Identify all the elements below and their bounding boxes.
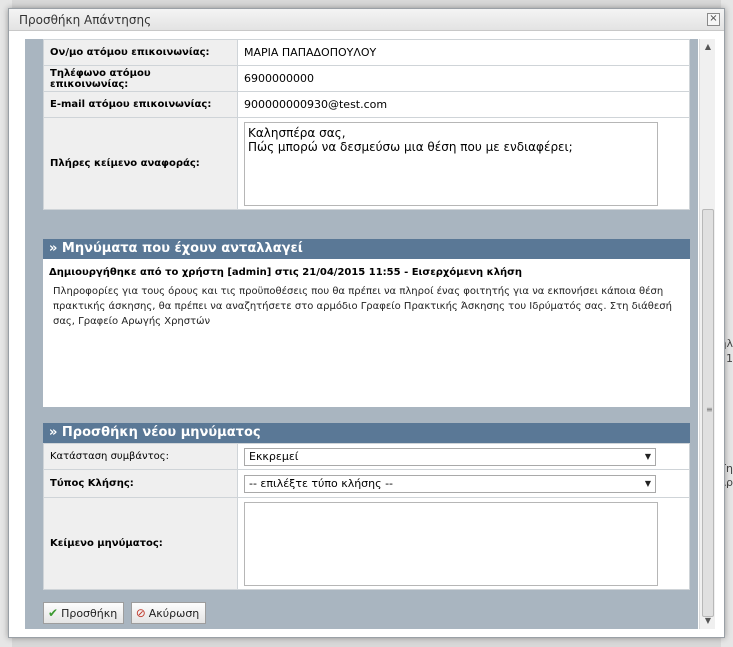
scroll-down-icon[interactable]: ▼ [700, 613, 716, 629]
cancel-button-label: Ακύρωση [148, 607, 200, 620]
contact-email-label: E-mail ατόμου επικοινωνίας: [43, 91, 238, 118]
contact-phone-label: Τηλέφωνο ατόμου επικοινωνίας: [43, 65, 238, 92]
status-label: Κατάσταση συμβάντος: [43, 443, 238, 470]
status-selected-value: Εκκρεμεί [249, 449, 299, 463]
full-text-label: Πλήρες κείμενο αναφοράς: [43, 117, 238, 210]
full-text-area[interactable]: Καλησπέρα σας, Πώς μπορώ να δεσμεύσω μια… [244, 121, 658, 206]
contact-email-value: 900000000930@test.com [237, 91, 690, 118]
new-message-form: Κατάσταση συμβάντος: Εκκρεμεί ▼ Τύπος Κλ… [43, 443, 690, 590]
message-body: Πληροφορίες για τους όρους και τις προϋπ… [53, 286, 672, 327]
contact-phone-value: 6900000000 [237, 65, 690, 92]
dialog-titlebar[interactable]: Προσθήκη Απάντησης × [9, 9, 724, 31]
add-button-label: Προσθήκη [61, 607, 118, 620]
chevron-down-icon: ▼ [644, 478, 651, 488]
contact-info-table: Ον/μο ατόμου επικοινωνίας: ΜΑΡΙΑ ΠΑΠΑΔΟΠ… [43, 39, 690, 210]
backdrop-fragment: 1 [726, 352, 733, 365]
vertical-scrollbar[interactable]: ▲ ≡ ▼ [699, 39, 715, 629]
cancel-button[interactable]: ⊘ Ακύρωση [130, 602, 207, 624]
messages-section: » Μηνύματα που έχουν ανταλλαγεί Δημιουργ… [43, 239, 690, 407]
dialog-content: Ον/μο ατόμου επικοινωνίας: ΜΑΡΙΑ ΠΑΠΑΔΟΠ… [25, 39, 698, 629]
message-text-label: Κείμενο μηνύματος: [43, 497, 238, 590]
call-type-select[interactable]: -- επιλέξτε τύπο κλήσης -- ▼ [244, 474, 656, 493]
scroll-up-icon[interactable]: ▲ [700, 39, 716, 55]
new-message-section: » Προσθήκη νέου μηνύματος Κατάσταση συμβ… [43, 423, 690, 590]
dialog-title: Προσθήκη Απάντησης [19, 13, 152, 27]
add-reply-dialog: Προσθήκη Απάντησης × Ον/μο ατόμου επικοι… [8, 8, 725, 638]
call-type-selected-value: -- επιλέξτε τύπο κλήσης -- [249, 476, 394, 490]
dialog-buttons: ✔ Προσθήκη ⊘ Ακύρωση [43, 602, 209, 624]
close-icon[interactable]: × [707, 13, 720, 26]
grip-icon: ≡ [706, 405, 713, 414]
new-message-heading: » Προσθήκη νέου μηνύματος [43, 423, 690, 443]
messages-heading: » Μηνύματα που έχουν ανταλλαγεί [43, 239, 690, 259]
add-button[interactable]: ✔ Προσθήκη [43, 602, 125, 624]
cancel-icon: ⊘ [135, 606, 146, 620]
message-text-area[interactable] [244, 501, 658, 586]
status-select[interactable]: Εκκρεμεί ▼ [244, 447, 656, 466]
call-type-label: Τύπος Κλήσης: [43, 469, 238, 498]
chevron-down-icon: ▼ [644, 451, 651, 461]
contact-name-value: ΜΑΡΙΑ ΠΑΠΑΔΟΠΟΥΛΟΥ [237, 39, 690, 66]
scrollbar-thumb[interactable]: ≡ [702, 209, 714, 617]
contact-name-label: Ον/μο ατόμου επικοινωνίας: [43, 39, 238, 66]
check-icon: ✔ [48, 606, 59, 620]
message-meta: Δημιουργήθηκε από το χρήστη [admin] στις… [49, 267, 523, 278]
